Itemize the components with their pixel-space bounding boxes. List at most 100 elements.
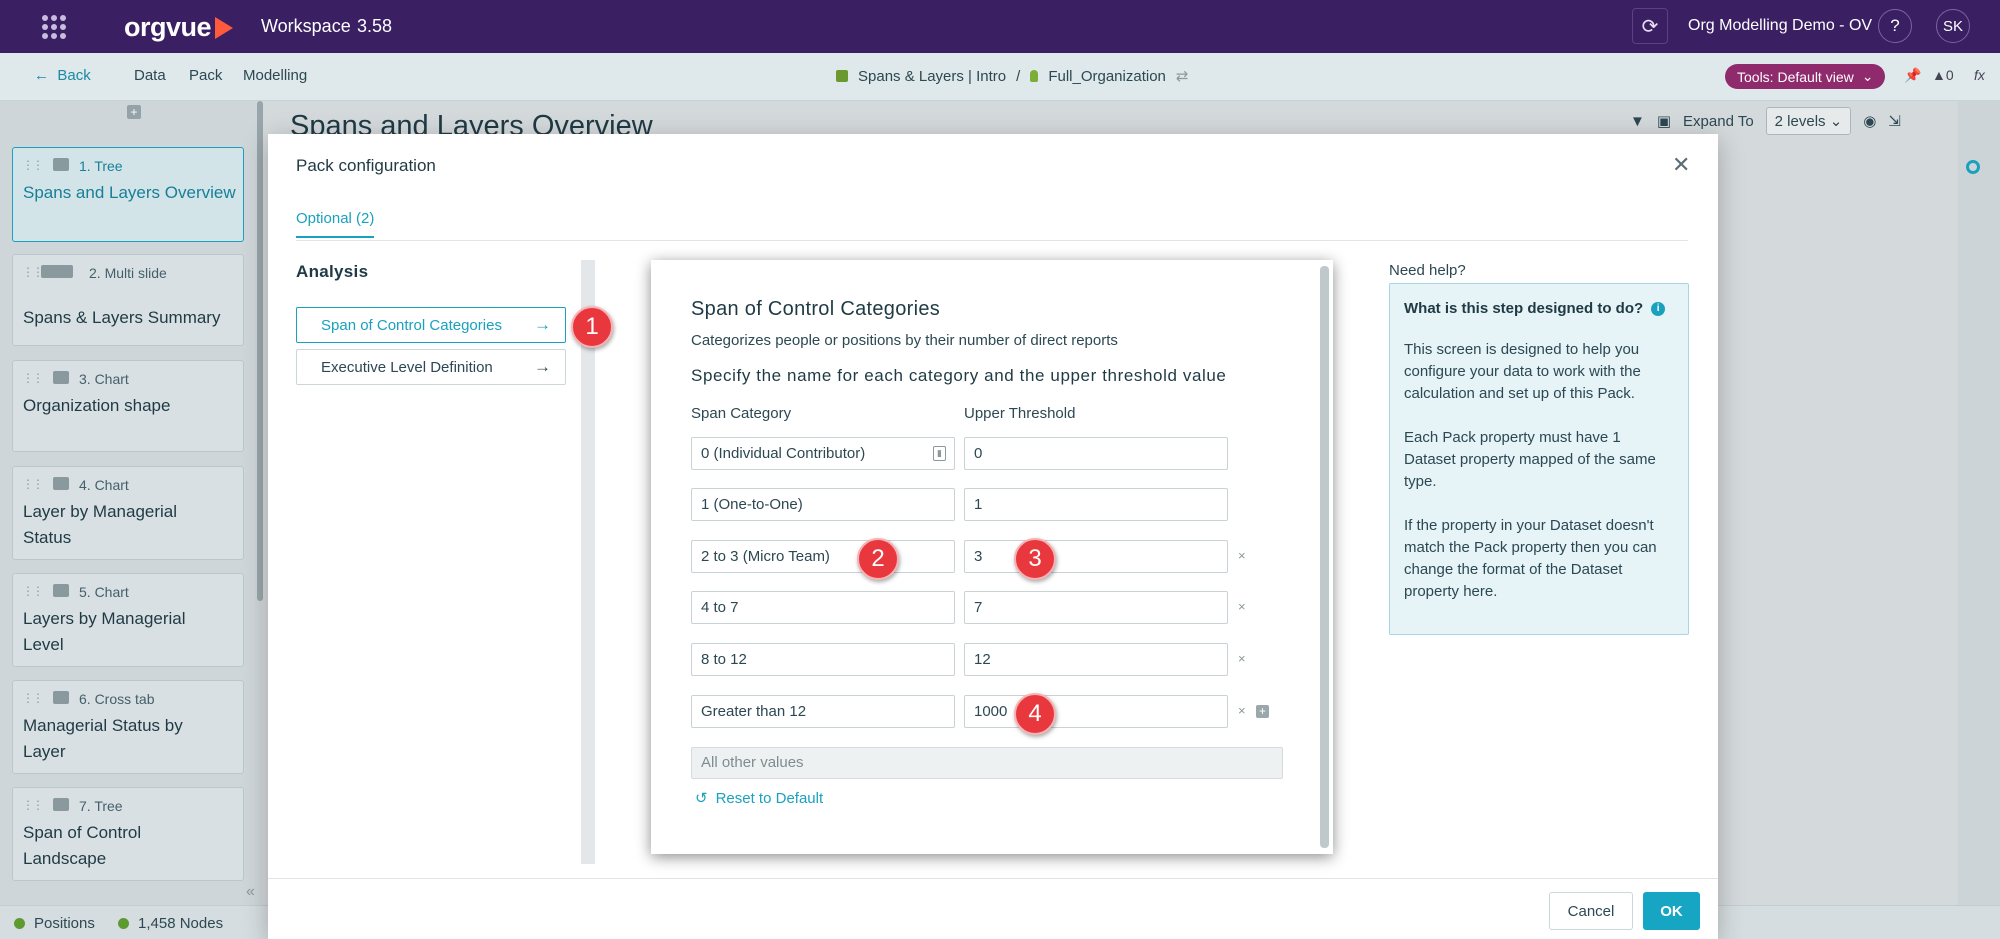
cancel-button[interactable]: Cancel (1549, 892, 1633, 930)
remove-row-icon[interactable]: × (1238, 599, 1246, 614)
step-span-of-control[interactable]: Span of Control Categories → (296, 307, 566, 343)
slide-card-6[interactable]: ⋮⋮ 6. Cross tab Managerial Status by Lay… (12, 680, 244, 774)
sync-icon[interactable]: ⟳ (1632, 8, 1668, 44)
category-field-5[interactable]: Greater than 12 (691, 695, 955, 728)
breadcrumb-pack[interactable]: Spans & Layers | Intro (858, 68, 1006, 85)
app-grid-icon[interactable] (42, 15, 66, 39)
positions-status-icon (14, 918, 25, 929)
panel-scrollbar[interactable] (1320, 266, 1329, 848)
nodes-status-icon (118, 918, 129, 929)
dataset-icon (1030, 70, 1039, 82)
pin-icon[interactable]: 📌 (1904, 67, 1921, 84)
category-field-0[interactable]: 0 (Individual Contributor) ▮ (691, 437, 955, 470)
slide-card-7[interactable]: ⋮⋮ 7. Tree Span of Control Landscape (12, 787, 244, 881)
close-icon[interactable]: ✕ (1672, 152, 1690, 178)
formula-icon[interactable]: fx (1974, 67, 1985, 83)
avatar[interactable]: SK (1936, 9, 1970, 43)
slide-title: Spans & Layers Summary (23, 308, 221, 327)
remove-row-icon[interactable]: × (1238, 703, 1246, 718)
help-paragraph-3: If the property in your Dataset doesn't … (1404, 517, 1657, 600)
slide-type: 3. Chart (79, 371, 129, 387)
category-field-3[interactable]: 4 to 7 (691, 591, 955, 624)
span-category-header: Span Category (691, 405, 792, 422)
slide-card-2[interactable]: ⋮⋮ 2. Multi slide Spans & Layers Summary (12, 254, 244, 346)
upper-threshold-header: Upper Threshold (964, 405, 1076, 422)
nav-modelling[interactable]: Modelling (243, 67, 307, 84)
threshold-field-3[interactable]: 7 (964, 591, 1228, 624)
slide-card-3[interactable]: ⋮⋮ 3. Chart Organization shape (12, 360, 244, 452)
property-panel-icon[interactable] (1966, 160, 1980, 174)
add-row-icon[interactable]: + (1256, 705, 1269, 718)
levels-dropdown[interactable]: 2 levels ⌄ (1765, 107, 1852, 135)
filter-icon[interactable]: ▼ (1630, 113, 1645, 130)
breadcrumb: Spans & Layers | Intro / Full_Organizati… (836, 67, 1188, 85)
drag-handle-icon[interactable]: ⋮⋮ (22, 158, 44, 172)
tab-optional[interactable]: Optional (2) (296, 210, 375, 238)
help-paragraph-2: Each Pack property must have 1 Dataset p… (1404, 429, 1656, 490)
arrow-right-icon: → (534, 315, 551, 334)
warning-count[interactable]: ▲0 (1932, 67, 1954, 83)
slide-card-5[interactable]: ⋮⋮ 5. Chart Layers by Managerial Level (12, 573, 244, 667)
nodes-count: 1,458 Nodes (138, 915, 224, 932)
breadcrumb-dataset[interactable]: Full_Organization (1048, 68, 1166, 85)
tools-view-dropdown[interactable]: Tools: Default view ⌄ (1725, 64, 1886, 89)
drag-handle-icon[interactable]: ⋮⋮ (22, 371, 44, 385)
positions-label[interactable]: Positions (34, 915, 95, 932)
slide-type: 5. Chart (79, 584, 129, 600)
category-field-1[interactable]: 1 (One-to-One) (691, 488, 955, 521)
threshold-field-2[interactable]: 3 (964, 540, 1228, 573)
slide-type: 4. Chart (79, 477, 129, 493)
slide-type: 1. Tree (79, 158, 123, 174)
orgvue-logo[interactable]: orgvue (124, 12, 234, 43)
add-slide-icon[interactable]: + (127, 105, 141, 119)
nav-data[interactable]: Data (134, 67, 166, 84)
reset-to-default-link[interactable]: ↺ Reset to Default (695, 789, 823, 808)
drag-handle-icon[interactable]: ⋮⋮ (22, 691, 44, 705)
category-field-2[interactable]: 2 to 3 (Micro Team) (691, 540, 955, 573)
palette-icon[interactable]: ◉ (1863, 112, 1876, 130)
drag-handle-icon[interactable]: ⋮⋮ (22, 584, 44, 598)
sidebar-scrollbar[interactable] (257, 101, 263, 601)
collapse-sidebar-icon[interactable]: « (246, 883, 255, 901)
nav-pack[interactable]: Pack (189, 67, 222, 84)
step-executive-level[interactable]: Executive Level Definition → (296, 349, 566, 385)
threshold-field-4[interactable]: 12 (964, 643, 1228, 676)
panel-title: Span of Control Categories (691, 298, 941, 320)
export-icon[interactable]: ⇲ (1888, 112, 1901, 130)
chart-icon (53, 371, 69, 384)
refresh-icon[interactable]: ⇄ (1176, 67, 1189, 85)
lock-icon: ▮ (933, 446, 946, 461)
slide-type: 2. Multi slide (89, 265, 167, 281)
remove-row-icon[interactable]: × (1238, 548, 1246, 563)
bar-chart-icon (53, 477, 69, 490)
right-rail (1958, 101, 2000, 905)
threshold-field-1[interactable]: 1 (964, 488, 1228, 521)
ok-button[interactable]: OK (1643, 892, 1700, 930)
help-question: What is this step designed to do? i (1404, 300, 1674, 317)
slide-card-1[interactable]: ⋮⋮ 1. Tree Spans and Layers Overview (12, 147, 244, 242)
slide-title: Organization shape (23, 396, 171, 415)
remove-row-icon[interactable]: × (1238, 651, 1246, 666)
back-link[interactable]: ← Back (34, 67, 91, 84)
expand-to-label: Expand To (1683, 112, 1754, 130)
drag-handle-icon[interactable]: ⋮⋮ (22, 265, 44, 279)
panel-gutter (581, 260, 595, 864)
chevron-down-icon: ⌄ (1861, 68, 1874, 84)
category-field-4[interactable]: 8 to 12 (691, 643, 955, 676)
layers-icon[interactable]: ▣ (1657, 112, 1671, 130)
org-selector[interactable]: Org Modelling Demo - OV (1688, 17, 1872, 35)
slide-title: Layers by Managerial Level (23, 609, 186, 654)
threshold-field-0[interactable]: 0 (964, 437, 1228, 470)
pack-configuration-dialog: Pack configuration ✕ Optional (2) Analys… (268, 134, 1718, 939)
dialog-title: Pack configuration (296, 156, 436, 175)
help-button[interactable]: ? (1878, 9, 1912, 43)
drag-handle-icon[interactable]: ⋮⋮ (22, 798, 44, 812)
drag-handle-icon[interactable]: ⋮⋮ (22, 477, 44, 491)
slide-card-4[interactable]: ⋮⋮ 4. Chart Layer by Managerial Status (12, 466, 244, 560)
bar-chart-icon (53, 584, 69, 597)
arrow-left-icon: ← (34, 67, 49, 84)
undo-icon: ↺ (695, 790, 708, 807)
threshold-field-5[interactable]: 1000 (964, 695, 1228, 728)
slide-type: 6. Cross tab (79, 691, 155, 707)
panel-instruction: Specify the name for each category and t… (691, 366, 1227, 385)
